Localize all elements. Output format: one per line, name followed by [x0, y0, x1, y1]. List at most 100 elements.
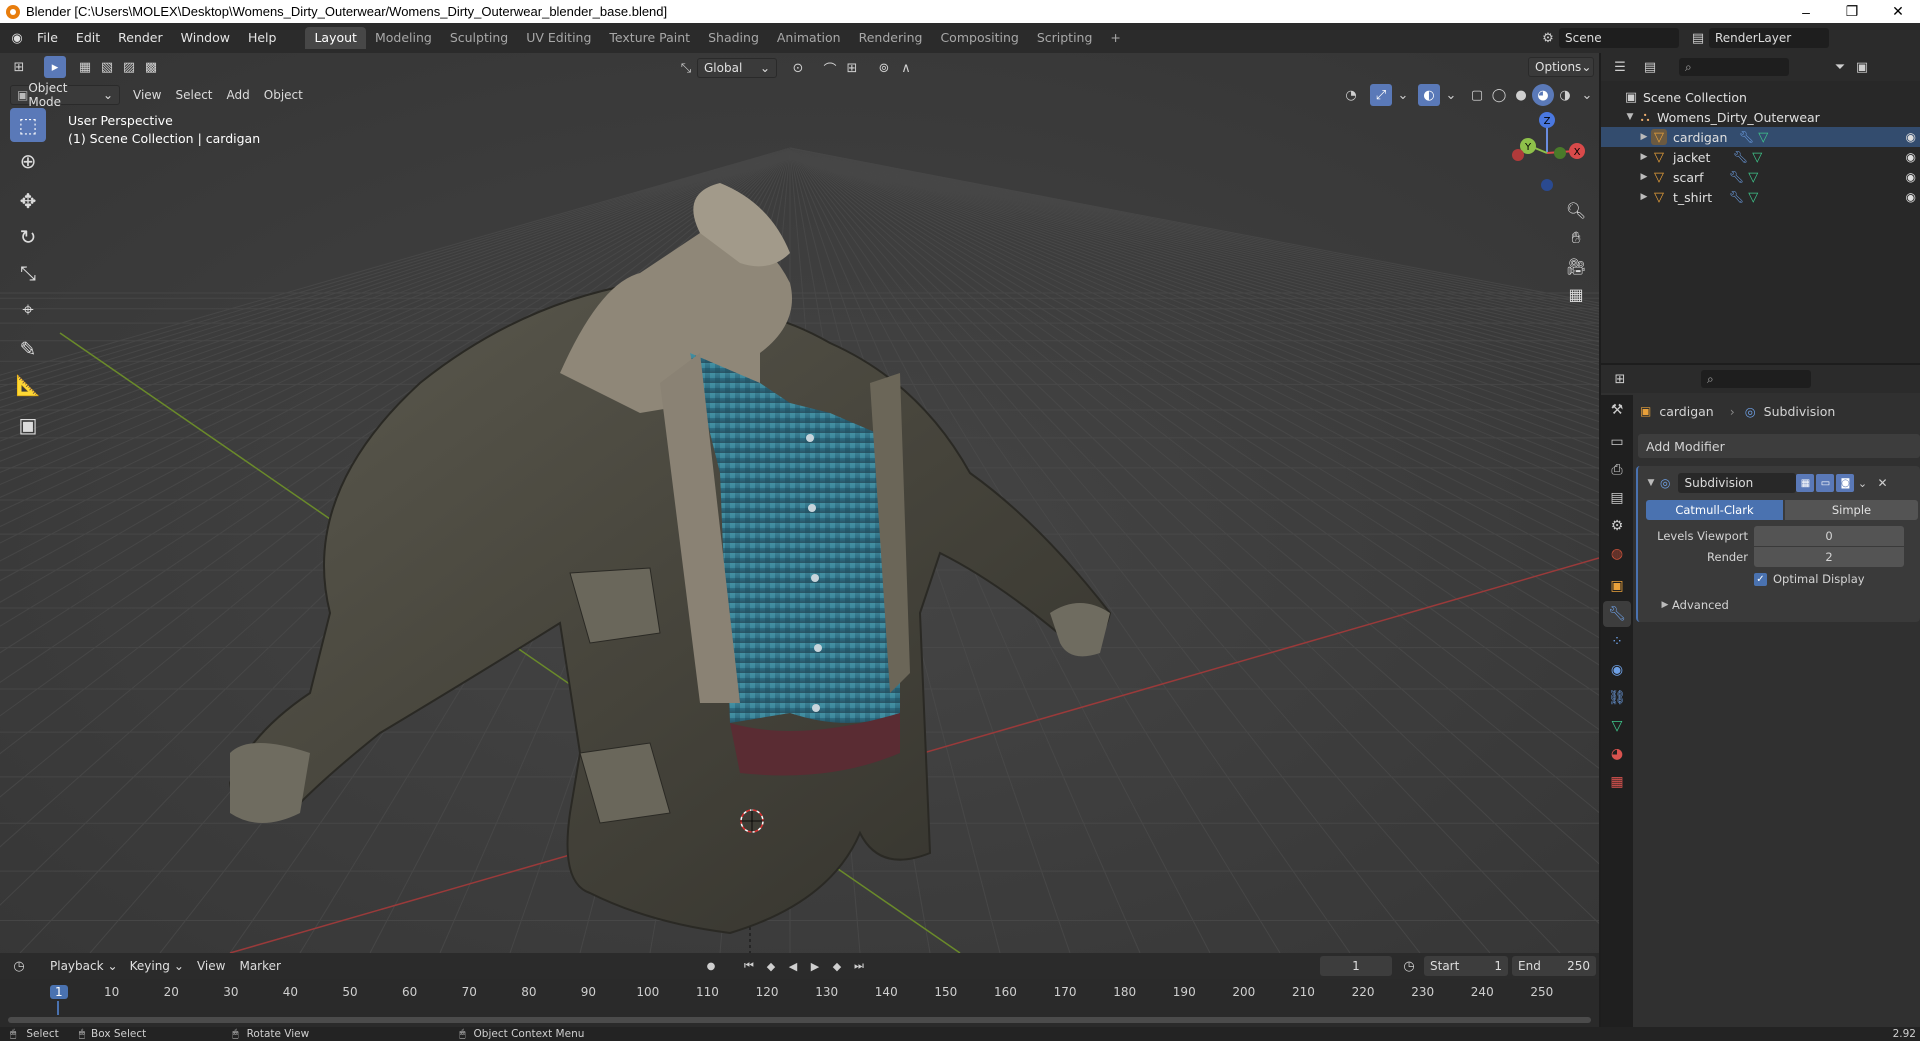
menu-render[interactable]: Render [109, 27, 172, 49]
texture-tab-icon[interactable]: ▦ [1603, 769, 1631, 795]
scene-tab-icon[interactable]: ⚙ [1603, 513, 1631, 539]
menu-file[interactable]: File [28, 27, 67, 49]
display-mode-icon[interactable]: ▤ [1639, 56, 1661, 78]
options-dropdown[interactable]: Options ⌄ [1528, 57, 1594, 77]
menu-help[interactable]: Help [239, 27, 286, 49]
menu-view[interactable]: View [126, 85, 168, 105]
new-collection-icon[interactable]: ▣ [1851, 56, 1873, 78]
tab-shading[interactable]: Shading [699, 27, 768, 49]
outliner-item-scarf[interactable]: ▶ ▽ scarf 🔧︎ ▽ ◉ [1601, 167, 1920, 187]
annotate-icon[interactable]: ✎ [10, 332, 46, 366]
expand-triangle-icon[interactable]: ▼ [1623, 112, 1637, 122]
visibility-eye-icon[interactable]: ◉ [1906, 190, 1916, 204]
maximize-button[interactable]: ❐ [1829, 0, 1875, 23]
expand-triangle-icon[interactable]: ▶ [1637, 192, 1651, 202]
timeline-scrollbar[interactable] [8, 1017, 1591, 1023]
modifier-dropdown-icon[interactable]: ⌄ [1854, 472, 1870, 494]
visibility-eye-icon[interactable]: ◉ [1906, 130, 1916, 144]
outliner-collection[interactable]: ▼ ⛬ Womens_Dirty_Outerwear [1601, 107, 1920, 127]
tab-texture-paint[interactable]: Texture Paint [600, 27, 699, 49]
select-mode-invert-icon[interactable]: ▩ [140, 56, 162, 78]
solid-shading-icon[interactable]: ● [1510, 84, 1532, 106]
simple-option[interactable]: Simple [1784, 500, 1918, 520]
cursor-icon[interactable]: ⊕ [10, 144, 46, 178]
falloff-icon[interactable]: ∧ [895, 57, 917, 79]
close-button[interactable]: ✕ [1875, 0, 1920, 23]
3d-viewport[interactable] [0, 53, 1599, 953]
material-shading-icon[interactable]: ◕ [1532, 84, 1554, 106]
transform-icon[interactable]: ⌖ [10, 292, 46, 326]
scale-icon[interactable]: ⤡ [10, 256, 46, 290]
constraints-tab-icon[interactable]: ⛓ [1603, 685, 1631, 711]
edit-mode-toggle-icon[interactable]: ▦ [1796, 474, 1815, 492]
menu-object[interactable]: Object [257, 85, 310, 105]
tab-scripting[interactable]: Scripting [1028, 27, 1102, 49]
view-layer-tab-icon[interactable]: ▤ [1603, 485, 1631, 511]
modifier-name-input[interactable]: Subdivision [1678, 473, 1797, 493]
overlays-dropdown-icon[interactable]: ⌄ [1440, 84, 1462, 106]
expand-triangle-icon[interactable]: ▶ [1637, 152, 1651, 162]
remove-modifier-icon[interactable]: ✕ [1874, 472, 1890, 494]
renderlayer-field[interactable]: RenderLayer [1709, 28, 1829, 48]
tab-sculpting[interactable]: Sculpting [441, 27, 517, 49]
modifier-tab-icon[interactable]: 🔧︎ [1603, 601, 1631, 627]
filter-icon[interactable]: ⏷ [1829, 56, 1851, 78]
tool-tab-icon[interactable]: ⚒ [1603, 397, 1631, 423]
object-mode-dropdown[interactable]: ▣ Object Mode ⌄ [10, 81, 120, 109]
world-tab-icon[interactable]: ◍ [1603, 541, 1631, 567]
particles-tab-icon[interactable]: ⁘ [1603, 629, 1631, 655]
viewport-toggle-icon[interactable]: ▭ [1816, 474, 1835, 492]
add-modifier-button[interactable]: Add Modifier [1638, 434, 1920, 458]
snap-target-icon[interactable]: ⊞ [841, 57, 863, 79]
orientation-dropdown[interactable]: Global ⌄ [697, 58, 777, 78]
zoom-icon[interactable]: 🔍︎ [1562, 196, 1590, 224]
pivot-point-icon[interactable]: ⊙ [787, 57, 809, 79]
physics-tab-icon[interactable]: ◉ [1603, 657, 1631, 683]
properties-search-input[interactable]: ⌕ [1701, 370, 1811, 388]
minimize-button[interactable]: – [1783, 0, 1829, 23]
outliner-item-jacket[interactable]: ▶ ▽ jacket 🔧︎ ▽ ◉ [1601, 147, 1920, 167]
outliner-scene-collection[interactable]: ▣ Scene Collection [1601, 87, 1920, 107]
menu-edit[interactable]: Edit [67, 27, 109, 49]
scene-field[interactable]: Scene [1559, 28, 1679, 48]
menu-add[interactable]: Add [220, 85, 257, 105]
outliner-editor-type-icon[interactable]: ☰ [1609, 56, 1631, 78]
rendered-shading-icon[interactable]: ◑ [1554, 84, 1576, 106]
outliner-item-t-shirt[interactable]: ▶ ▽ t_shirt 🔧︎ ▽ ◉ [1601, 187, 1920, 207]
material-tab-icon[interactable]: ◕ [1603, 741, 1631, 767]
catmull-clark-option[interactable]: Catmull-Clark [1646, 500, 1783, 520]
levels-viewport-field[interactable]: 0 [1754, 526, 1904, 546]
measure-icon[interactable]: 📐 [10, 368, 46, 402]
select-box-icon[interactable]: ⬚ [10, 108, 46, 142]
render-tab-icon[interactable]: ▭ [1603, 429, 1631, 455]
wireframe-shading-icon[interactable]: ◯ [1488, 84, 1510, 106]
data-tab-icon[interactable]: ▽ [1603, 713, 1631, 739]
gizmo-dropdown-icon[interactable]: ⌄ [1392, 84, 1414, 106]
shading-dropdown-icon[interactable]: ⌄ [1576, 84, 1598, 106]
optimal-display-checkbox[interactable]: ✓ [1754, 572, 1767, 586]
tab-uv-editing[interactable]: UV Editing [517, 27, 600, 49]
select-tool-icon[interactable]: ▸ [44, 56, 66, 78]
add-cube-icon[interactable]: ▣ [10, 408, 46, 442]
tab-modeling[interactable]: Modeling [366, 27, 441, 49]
properties-editor-type-icon[interactable]: ⊞ [1609, 368, 1631, 390]
timeline-ruler[interactable]: 1 10 20 30 40 50 60 70 80 90 100 110 120 130 140 150 160… [0, 953, 1599, 1027]
camera-icon[interactable]: 🎥︎ [1562, 252, 1590, 280]
blender-menu-icon[interactable]: ◉ [6, 27, 28, 49]
tab-compositing[interactable]: Compositing [931, 27, 1027, 49]
snap-icon[interactable]: ⌒ [819, 57, 841, 79]
object-tab-icon[interactable]: ▣ [1603, 573, 1631, 599]
select-mode-extend-icon[interactable]: ▧ [96, 56, 118, 78]
move-icon[interactable]: ✥ [10, 184, 46, 218]
render-toggle-icon[interactable]: ◙ [1836, 474, 1855, 492]
pan-hand-icon[interactable]: ✋︎ [1562, 224, 1590, 252]
visibility-eye-icon[interactable]: ◉ [1906, 170, 1916, 184]
select-mode-subtract-icon[interactable]: ▨ [118, 56, 140, 78]
tab-animation[interactable]: Animation [768, 27, 850, 49]
perspective-grid-icon[interactable]: ▦ [1562, 280, 1590, 308]
editor-type-icon[interactable]: ⊞ [8, 56, 30, 78]
expand-triangle-icon[interactable]: ▶ [1637, 172, 1651, 182]
gizmo-toggle-icon[interactable]: ⤢ [1370, 84, 1392, 106]
outliner-item-cardigan[interactable]: ▶ ▽ cardigan 🔧︎ ▽ ◉ [1601, 127, 1920, 147]
playhead[interactable] [57, 1001, 59, 1015]
